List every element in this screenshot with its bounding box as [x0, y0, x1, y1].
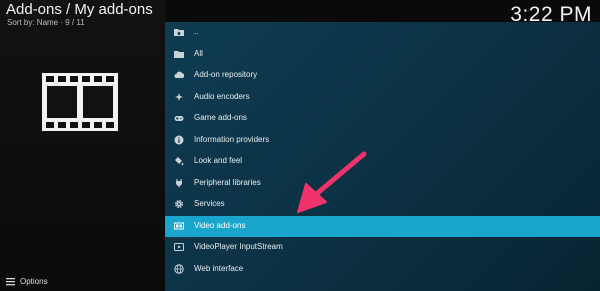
list-item-label: Web interface: [194, 263, 244, 273]
list-item-label: Video add-ons: [194, 220, 246, 230]
page-title: Add-ons / My add-ons: [6, 1, 153, 18]
list-item-services[interactable]: Services: [165, 194, 600, 215]
list-item-information-providers[interactable]: Information providers: [165, 130, 600, 151]
list-item-label: Information providers: [194, 134, 270, 144]
film-icon: [174, 221, 184, 231]
list-item-label: Game add-ons: [194, 113, 247, 122]
list-item-peripheral-libraries[interactable]: Peripheral libraries: [165, 173, 600, 194]
addon-category-list: .. All Add-on repository Audio encoders …: [165, 22, 600, 291]
list-item-web-interface[interactable]: Web interface: [165, 259, 600, 280]
list-item-parent[interactable]: ..: [165, 22, 600, 43]
list-item-audio-encoders[interactable]: Audio encoders: [165, 87, 600, 108]
list-item-all[interactable]: All: [165, 44, 600, 65]
options-label: Options: [20, 276, 48, 286]
list-item-label: Add-on repository: [194, 70, 258, 79]
options-button[interactable]: Options: [4, 274, 48, 288]
sort-info: Sort by: Name · 9 / 11: [7, 18, 85, 27]
menu-icon: [4, 275, 16, 287]
list-item-video-add-ons[interactable]: Video add-ons: [165, 215, 600, 237]
cloud-icon: [174, 70, 184, 80]
play-stream-icon: [174, 242, 184, 252]
list-item-add-on-repository[interactable]: Add-on repository: [165, 65, 600, 86]
paint-bucket-icon: [174, 156, 184, 166]
left-info-panel: [0, 0, 165, 291]
globe-icon: [174, 263, 184, 274]
list-item-label: Peripheral libraries: [194, 177, 261, 187]
list-item-label: Look and feel: [194, 156, 243, 165]
sparkle-icon: [174, 92, 184, 102]
list-item-game-add-ons[interactable]: Game add-ons: [165, 108, 600, 129]
list-item-label: Services: [194, 199, 225, 208]
list-item-videoplayer-inputstream[interactable]: VideoPlayer InputStream: [165, 237, 600, 258]
folder-icon: [174, 49, 184, 59]
film-strip-icon: [42, 73, 118, 131]
gear-icon: [174, 199, 184, 209]
list-item-look-and-feel[interactable]: Look and feel: [165, 151, 600, 172]
gamepad-icon: [174, 113, 184, 123]
list-item-label: All: [194, 48, 203, 58]
info-icon: [174, 135, 184, 145]
plug-icon: [174, 178, 184, 188]
folder-up-icon: [174, 27, 184, 37]
list-item-label: ..: [194, 27, 199, 36]
list-item-label: Audio encoders: [194, 91, 250, 101]
list-item-label: VideoPlayer InputStream: [194, 242, 283, 251]
